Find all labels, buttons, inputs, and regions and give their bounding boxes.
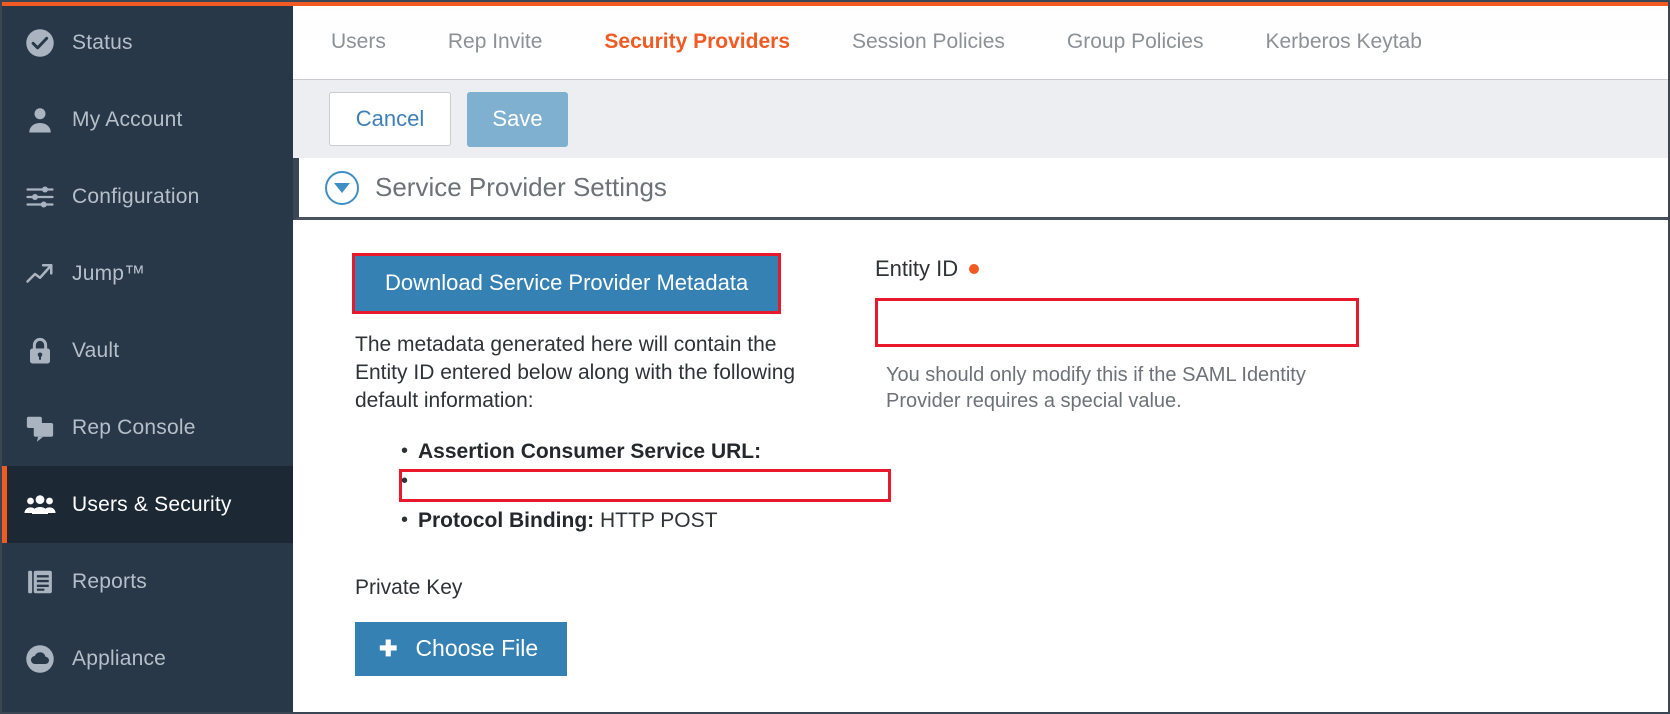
entity-id-input[interactable]: [875, 298, 1359, 347]
private-key-label: Private Key: [355, 576, 463, 599]
main-content: Users Rep Invite Security Providers Sess…: [293, 4, 1668, 712]
list-item-acs-url: Assertion Consumer Service URL:: [401, 438, 838, 465]
sidebar-item-label: Users & Security: [72, 492, 232, 516]
acs-url-value-row: [399, 468, 891, 502]
app-window: Status My Account Configuration Jump™ Va…: [0, 0, 1670, 714]
check-circle-icon: [18, 28, 62, 58]
metadata-default-info-list: Assertion Consumer Service URL: Protocol…: [355, 438, 891, 534]
sidebar-item-jump[interactable]: Jump™: [2, 235, 293, 312]
chat-bubbles-icon: [18, 413, 62, 443]
sidebar: Status My Account Configuration Jump™ Va…: [2, 4, 293, 712]
sidebar-item-appliance[interactable]: Appliance: [2, 620, 293, 697]
choose-file-button[interactable]: ✚ Choose File: [355, 622, 568, 676]
sidebar-item-vault[interactable]: Vault: [2, 312, 293, 389]
chevron-down-circle-icon[interactable]: [325, 170, 359, 205]
sidebar-item-users-security[interactable]: Users & Security: [2, 466, 293, 543]
cancel-button[interactable]: Cancel: [329, 92, 451, 146]
sidebar-item-label: Appliance: [72, 646, 167, 670]
service-provider-settings-panel: Download Service Provider Metadata The m…: [293, 220, 1668, 712]
report-doc-icon: [18, 567, 62, 597]
entity-id-label: Entity ID: [875, 256, 959, 281]
sidebar-item-reports[interactable]: Reports: [2, 543, 293, 620]
sidebar-item-my-account[interactable]: My Account: [2, 81, 293, 158]
sidebar-item-label: Reports: [72, 569, 147, 593]
list-item-protocol-binding: Protocol Binding: HTTP POST: [401, 507, 838, 534]
sidebar-item-configuration[interactable]: Configuration: [2, 158, 293, 235]
lock-icon: [18, 336, 62, 366]
trending-up-icon: [18, 259, 62, 289]
save-button[interactable]: Save: [467, 91, 568, 147]
sidebar-item-rep-console[interactable]: Rep Console: [2, 389, 293, 466]
service-provider-settings-header[interactable]: Service Provider Settings: [293, 158, 1668, 220]
sidebar-item-label: Vault: [72, 338, 120, 362]
sidebar-item-label: My Account: [72, 107, 183, 131]
tab-kerberos-keytab[interactable]: Kerberos Keytab: [1265, 30, 1421, 54]
required-dot-icon: [969, 264, 980, 274]
sliders-icon: [18, 182, 62, 212]
plus-icon: ✚: [379, 635, 398, 661]
sidebar-item-label: Rep Console: [72, 415, 196, 439]
sidebar-item-status[interactable]: Status: [2, 4, 293, 81]
tab-rep-invite[interactable]: Rep Invite: [448, 30, 543, 54]
sidebar-item-label: Jump™: [72, 261, 146, 285]
tab-users[interactable]: Users: [331, 30, 386, 54]
sidebar-item-label: Status: [72, 30, 133, 54]
tab-group-policies[interactable]: Group Policies: [1067, 30, 1204, 54]
top-accent-strip: [2, 2, 1668, 6]
right-column: Entity ID You should only modify this if…: [838, 256, 1668, 712]
users-group-icon: [18, 490, 62, 520]
entity-id-help-text: You should only modify this if the SAML …: [886, 364, 1306, 412]
entity-id-label-row: Entity ID: [875, 256, 1668, 282]
tab-security-providers[interactable]: Security Providers: [604, 30, 790, 54]
metadata-description: The metadata generated here will contain…: [355, 333, 796, 412]
user-icon: [18, 105, 62, 135]
left-column: Download Service Provider Metadata The m…: [293, 253, 891, 712]
section-title: Service Provider Settings: [375, 172, 667, 202]
protocol-binding-value: HTTP POST: [600, 509, 718, 532]
tab-session-policies[interactable]: Session Policies: [852, 30, 1005, 54]
protocol-binding-label: Protocol Binding:: [418, 509, 595, 532]
acs-url-value-box: [399, 469, 891, 502]
sidebar-item-label: Configuration: [72, 184, 200, 208]
choose-file-label: Choose File: [415, 635, 539, 661]
tab-bar: Users Rep Invite Security Providers Sess…: [293, 4, 1668, 80]
download-service-provider-metadata-button[interactable]: Download Service Provider Metadata: [351, 253, 782, 314]
action-toolbar: Cancel Save: [293, 80, 1668, 158]
cloud-icon: [18, 644, 62, 674]
acs-url-label: Assertion Consumer Service URL:: [418, 440, 762, 463]
